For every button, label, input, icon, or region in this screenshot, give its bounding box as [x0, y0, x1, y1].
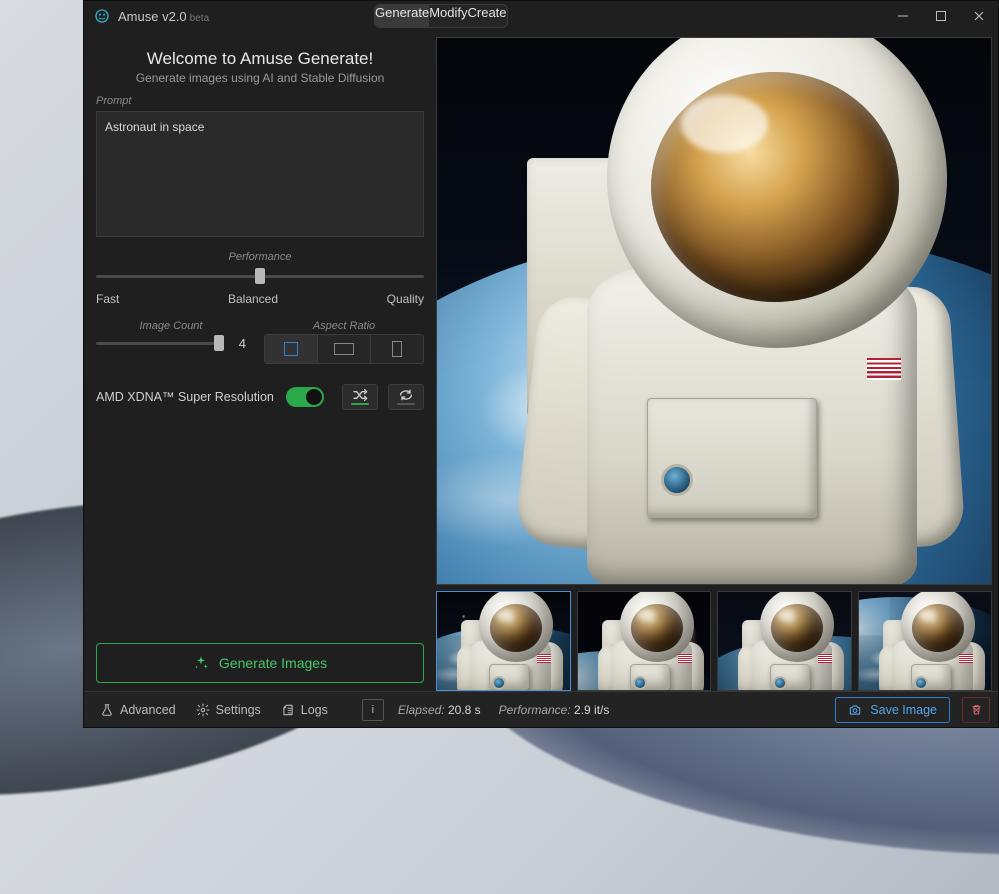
- generate-button[interactable]: Generate Images: [96, 643, 424, 683]
- advanced-button[interactable]: Advanced: [92, 699, 184, 721]
- shuffle-seed-button[interactable]: [342, 384, 378, 410]
- app-title: Amuse v2.0beta: [118, 9, 209, 24]
- square-icon: [284, 342, 298, 356]
- prompt-input[interactable]: [96, 111, 424, 237]
- thumbnail-4[interactable]: [858, 591, 993, 691]
- delete-image-button[interactable]: [962, 697, 990, 723]
- camera-icon: [848, 703, 862, 717]
- logs-label: Logs: [301, 703, 328, 717]
- settings-label: Settings: [216, 703, 261, 717]
- elapsed-label: Elapsed:: [398, 703, 445, 717]
- app-logo-icon: [94, 8, 110, 24]
- titlebar: Amuse v2.0beta Generate Modify Create: [84, 1, 998, 31]
- thumbnail-3[interactable]: [717, 591, 852, 691]
- sparkle-icon: [193, 655, 209, 671]
- logs-icon: [281, 703, 295, 717]
- app-window: Amuse v2.0beta Generate Modify Create: [83, 0, 999, 728]
- tab-generate[interactable]: Generate: [375, 5, 429, 28]
- welcome-title: Welcome to Amuse Generate!: [96, 49, 424, 69]
- close-button[interactable]: [960, 1, 998, 31]
- advanced-label: Advanced: [120, 703, 176, 717]
- mode-tabbar: Generate Modify Create: [374, 4, 508, 28]
- elapsed-value: 20.8 s: [448, 703, 481, 717]
- minimize-button[interactable]: [884, 1, 922, 31]
- main-body: Welcome to Amuse Generate! Generate imag…: [84, 31, 998, 691]
- perf-min-label: Fast: [96, 292, 119, 306]
- performance-label: Performance: [96, 251, 424, 263]
- image-count-label: Image Count: [96, 320, 246, 332]
- aspect-ratio-group: [264, 334, 424, 364]
- maximize-button[interactable]: [922, 1, 960, 31]
- prompt-label: Prompt: [96, 95, 424, 107]
- performance-readout: Elapsed: 20.8 s Performance: 2.9 it/s: [398, 703, 609, 717]
- save-image-button[interactable]: Save Image: [835, 697, 950, 723]
- aspect-portrait-button[interactable]: [371, 335, 423, 363]
- window-controls: [884, 1, 998, 31]
- controls-panel: Welcome to Amuse Generate! Generate imag…: [90, 37, 430, 691]
- astronaut-scene: [437, 38, 991, 584]
- reset-button[interactable]: [388, 384, 424, 410]
- thumbnail-1[interactable]: [436, 591, 571, 691]
- generate-button-label: Generate Images: [219, 655, 327, 671]
- perf-max-label: Quality: [387, 292, 424, 306]
- super-res-label: AMD XDNA™ Super Resolution: [96, 390, 274, 404]
- perf-label: Performance:: [499, 703, 571, 717]
- super-res-toggle[interactable]: [286, 387, 324, 407]
- thumbnail-strip: [436, 591, 992, 691]
- title-left: Amuse v2.0beta: [84, 1, 374, 31]
- preview-image[interactable]: [436, 37, 992, 585]
- logs-button[interactable]: Logs: [273, 699, 336, 721]
- aspect-ratio-label: Aspect Ratio: [264, 320, 424, 332]
- performance-scale: Fast Balanced Quality: [96, 292, 424, 306]
- tab-create[interactable]: Create: [468, 5, 507, 28]
- aspect-square-button[interactable]: [265, 335, 318, 363]
- perf-mid-label: Balanced: [228, 292, 278, 306]
- image-count-value: 4: [232, 336, 246, 351]
- output-panel: [436, 37, 992, 691]
- info-icon: i: [372, 704, 374, 716]
- perf-value: 2.9 it/s: [574, 703, 609, 717]
- settings-button[interactable]: Settings: [188, 699, 269, 721]
- shuffle-icon: [352, 389, 368, 401]
- save-image-label: Save Image: [870, 703, 937, 717]
- welcome-subtitle: Generate images using AI and Stable Diff…: [96, 71, 424, 85]
- aspect-landscape-button[interactable]: [318, 335, 371, 363]
- tab-modify[interactable]: Modify: [429, 5, 467, 28]
- trash-icon: [970, 703, 983, 716]
- landscape-icon: [334, 343, 354, 355]
- welcome-block: Welcome to Amuse Generate! Generate imag…: [96, 43, 424, 95]
- gear-icon: [196, 703, 210, 717]
- info-button[interactable]: i: [362, 699, 384, 721]
- thumbnail-2[interactable]: [577, 591, 712, 691]
- statusbar: Advanced Settings Logs i Elapsed: 20.8 s…: [84, 691, 998, 727]
- image-count-slider[interactable]: [96, 334, 224, 352]
- performance-slider[interactable]: [96, 267, 424, 285]
- flask-icon: [100, 703, 114, 717]
- portrait-icon: [392, 341, 402, 357]
- refresh-icon: [398, 389, 414, 401]
